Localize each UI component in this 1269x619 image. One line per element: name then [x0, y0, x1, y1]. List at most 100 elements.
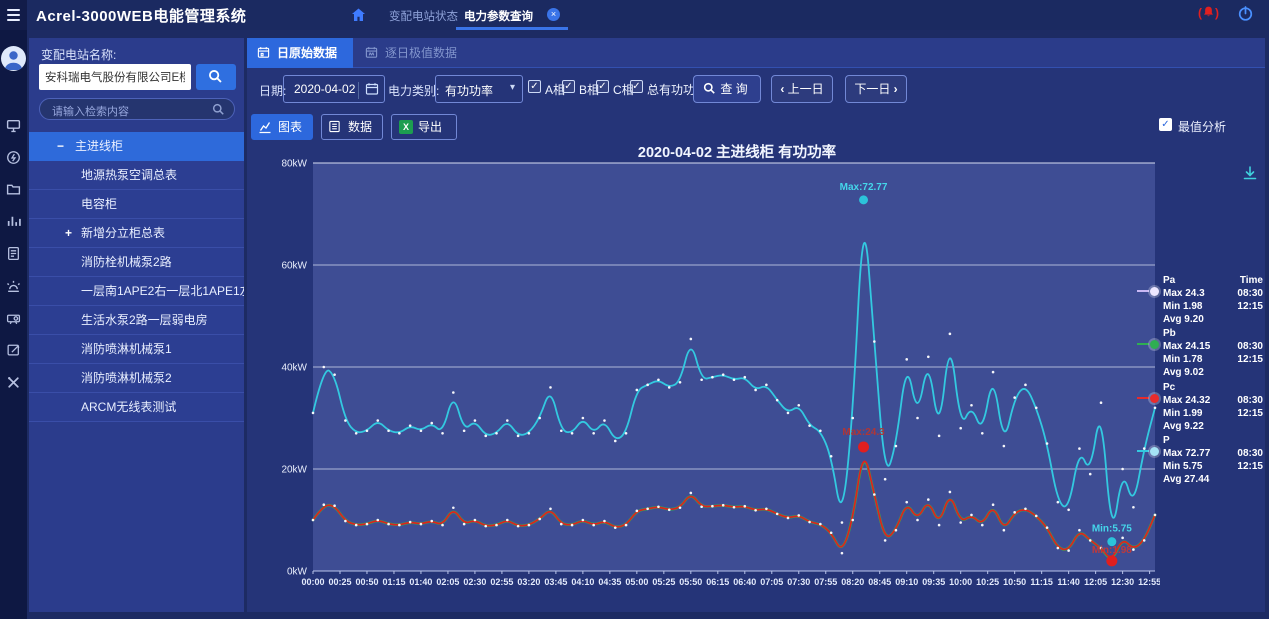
- tree-item[interactable]: ARCM无线表测试: [29, 393, 244, 422]
- svg-text:05:50: 05:50: [679, 577, 702, 587]
- home-icon[interactable]: [350, 7, 367, 23]
- tree-item[interactable]: −主进线柜: [29, 132, 244, 161]
- previous-day-button[interactable]: ‹ 上一日: [771, 75, 833, 103]
- bar-chart-icon[interactable]: [6, 213, 21, 228]
- series-name[interactable]: Pb: [1163, 327, 1176, 340]
- checkbox-total-power[interactable]: ✓: [630, 80, 643, 93]
- svg-text:10:25: 10:25: [976, 577, 999, 587]
- tree-item[interactable]: 一层南1APE2右一层北1APE1左: [29, 277, 244, 306]
- max-analysis-checkbox[interactable]: ✓: [1159, 118, 1172, 131]
- avatar[interactable]: [1, 46, 26, 71]
- series-name[interactable]: Pa: [1163, 274, 1175, 287]
- tools-icon[interactable]: [6, 375, 21, 390]
- power-line-chart[interactable]: 0kW20kW40kW60kW80kW00:0000:2500:5001:150…: [255, 156, 1160, 594]
- tree-item[interactable]: 地源热泵空调总表: [29, 161, 244, 190]
- archive-icon[interactable]: [6, 181, 21, 196]
- svg-text:03:20: 03:20: [517, 577, 540, 587]
- svg-text:02:55: 02:55: [490, 577, 513, 587]
- alarm-light-icon[interactable]: [6, 279, 21, 294]
- svg-text:60kW: 60kW: [281, 261, 307, 272]
- tree-item[interactable]: 电容柜: [29, 190, 244, 219]
- legend-dot-pb[interactable]: [1150, 340, 1159, 349]
- svg-text:10:00: 10:00: [949, 577, 972, 587]
- tree-item[interactable]: +新增分立柜总表: [29, 219, 244, 248]
- svg-text:07:55: 07:55: [814, 577, 837, 587]
- main-panel: 日原始数据 逐日极值数据 日期: 2020-04-02 电力类别: 有功功率 ▾…: [247, 38, 1265, 612]
- category-value: 有功功率: [445, 82, 493, 99]
- checkbox-phase-c[interactable]: ✓: [596, 80, 609, 93]
- station-name-input[interactable]: [39, 64, 191, 90]
- close-tab-icon[interactable]: ×: [547, 8, 560, 21]
- legend-dot-pa[interactable]: [1150, 287, 1159, 296]
- app-title: Acrel-3000WEB电能管理系统: [36, 5, 246, 26]
- nav-tab-station-status[interactable]: 变配电站状态: [389, 8, 458, 24]
- report-icon[interactable]: [6, 246, 21, 261]
- excel-icon: X: [399, 120, 413, 134]
- legend-group-pb: Pb Max 24.1508:30 Min 1.7812:15 Avg 9.02: [1163, 327, 1263, 379]
- tree-search-input[interactable]: 请输入检索内容: [39, 98, 235, 120]
- tree-item-label: 生活水泵2路一层弱电房: [81, 313, 208, 327]
- series-name[interactable]: P: [1163, 434, 1170, 447]
- energy-icon[interactable]: [6, 150, 21, 165]
- tree-item[interactable]: 消防栓机械泵2路: [29, 248, 244, 277]
- edit-icon[interactable]: [6, 342, 21, 357]
- tree-item[interactable]: 生活水泵2路一层弱电房: [29, 306, 244, 335]
- tree-item-label: 消防栓机械泵2路: [81, 255, 172, 269]
- chevron-left-icon: ‹: [780, 82, 784, 96]
- hamburger-menu-icon[interactable]: [0, 0, 27, 30]
- tree-item-label: 主进线柜: [75, 139, 123, 153]
- svg-text:12:55: 12:55: [1138, 577, 1160, 587]
- export-button[interactable]: X 导出: [391, 114, 457, 140]
- search-icon: [212, 103, 225, 116]
- calendar-icon[interactable]: [358, 82, 379, 99]
- view-data-button[interactable]: 数据: [321, 114, 383, 140]
- chevron-down-icon: ▾: [510, 82, 515, 93]
- tab-daily-extreme-data[interactable]: 逐日极值数据: [355, 38, 487, 68]
- tree-item-label: ARCM无线表测试: [81, 400, 176, 414]
- monitor-icon[interactable]: [6, 118, 21, 133]
- max-analysis-label: 最值分析: [1178, 118, 1226, 135]
- station-search-button[interactable]: [196, 64, 236, 90]
- plus-icon[interactable]: +: [65, 219, 72, 248]
- query-button[interactable]: 查 询: [693, 75, 761, 103]
- svg-text:08:20: 08:20: [841, 577, 864, 587]
- calendar-icon: [257, 46, 270, 59]
- svg-text:02:30: 02:30: [463, 577, 486, 587]
- tree-item-label: 地源热泵空调总表: [81, 168, 177, 182]
- minus-icon[interactable]: −: [57, 132, 64, 161]
- svg-text:00:00: 00:00: [301, 577, 324, 587]
- legend-group-pc: Pc Max 24.3208:30 Min 1.9912:15 Avg 9.22: [1163, 381, 1263, 433]
- svg-text:05:25: 05:25: [652, 577, 675, 587]
- series-name[interactable]: Pc: [1163, 381, 1175, 394]
- legend-dot-p[interactable]: [1150, 447, 1159, 456]
- svg-text:04:35: 04:35: [598, 577, 621, 587]
- date-input[interactable]: 2020-04-02: [283, 75, 385, 103]
- tab-daily-raw-data[interactable]: 日原始数据: [247, 38, 353, 68]
- legend-group-p: P Max 72.7708:30 Min 5.7512:15 Avg 27.44: [1163, 434, 1263, 486]
- download-icon[interactable]: [1242, 165, 1258, 181]
- svg-text:Max:72.77: Max:72.77: [840, 182, 888, 193]
- tree-search-placeholder: 请输入检索内容: [52, 103, 129, 119]
- legend-connector: [1137, 450, 1149, 452]
- svg-text:09:10: 09:10: [895, 577, 918, 587]
- next-day-button[interactable]: 下一日 ›: [845, 75, 907, 103]
- power-icon[interactable]: [1237, 5, 1254, 22]
- svg-text:00:25: 00:25: [328, 577, 351, 587]
- category-select[interactable]: 有功功率 ▾: [435, 75, 523, 103]
- view-chart-button[interactable]: 图表: [251, 114, 313, 140]
- legend-connector: [1137, 343, 1149, 345]
- svg-text:06:40: 06:40: [733, 577, 756, 587]
- tree-item[interactable]: 消防喷淋机械泵2: [29, 364, 244, 393]
- svg-text:06:15: 06:15: [706, 577, 729, 587]
- tree-item[interactable]: 消防喷淋机械泵1: [29, 335, 244, 364]
- svg-text:40kW: 40kW: [281, 363, 307, 374]
- svg-text:Min:1.98: Min:1.98: [1092, 545, 1132, 556]
- alarm-bell-icon[interactable]: (): [1198, 5, 1219, 20]
- checkbox-phase-b[interactable]: ✓: [562, 80, 575, 93]
- svg-text:05:00: 05:00: [625, 577, 648, 587]
- nav-tab-power-query[interactable]: 电力参数查询: [464, 8, 533, 24]
- checkbox-phase-a[interactable]: ✓: [528, 80, 541, 93]
- legend-dot-pc[interactable]: [1150, 394, 1159, 403]
- svg-text:07:05: 07:05: [760, 577, 783, 587]
- device-icon[interactable]: [6, 311, 21, 326]
